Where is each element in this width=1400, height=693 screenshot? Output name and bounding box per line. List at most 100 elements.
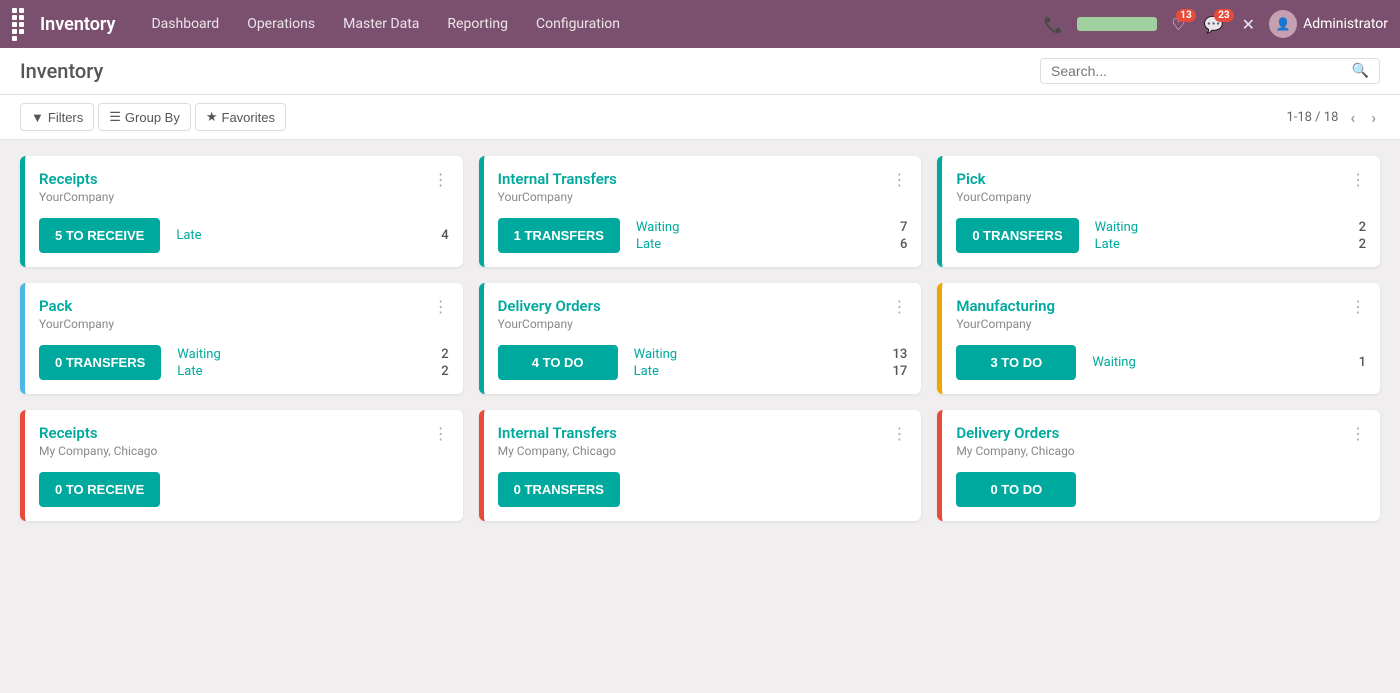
stat-value: 6 [900, 237, 907, 252]
stat-value: 7 [900, 220, 907, 235]
card-header: Manufacturing YourCompany ⋮ [942, 283, 1380, 337]
card-header: Delivery Orders My Company, Chicago ⋮ [942, 410, 1380, 464]
card-menu-icon[interactable]: ⋮ [891, 297, 907, 316]
user-menu[interactable]: 👤 Administrator [1269, 10, 1388, 38]
card-action-button[interactable]: 0 TRANSFERS [39, 345, 161, 380]
card-header: Internal Transfers My Company, Chicago ⋮ [484, 410, 922, 464]
search-box: 🔍 [1040, 58, 1380, 84]
pagination-info: 1-18 / 18 [1286, 110, 1338, 125]
star-icon: ★ [206, 109, 218, 125]
card-subtitle: YourCompany [956, 317, 1055, 331]
toolbar-pagination: 1-18 / 18 ‹ › [1286, 106, 1380, 129]
card-menu-icon[interactable]: ⋮ [891, 170, 907, 189]
kanban-card-delivery-orders-yourcompany: Delivery Orders YourCompany ⋮ 4 TO DO Wa… [479, 283, 922, 394]
stat-label: Late [634, 364, 659, 379]
card-subtitle: YourCompany [39, 190, 114, 204]
stat-value: 2 [441, 347, 448, 362]
chat-badge: 13 [1176, 9, 1195, 22]
card-title-group: Receipts YourCompany [39, 170, 114, 204]
card-title: Pack [39, 297, 114, 315]
card-subtitle: YourCompany [498, 190, 617, 204]
menu-master-data[interactable]: Master Data [331, 10, 431, 38]
activity-badge-btn[interactable]: 💬 23 [1200, 15, 1228, 34]
stat-label: Late [1095, 237, 1120, 252]
card-action-button[interactable]: 0 TO RECEIVE [39, 472, 160, 507]
card-action-button[interactable]: 4 TO DO [498, 345, 618, 380]
card-body: 0 TO DO [942, 464, 1380, 521]
favorites-button[interactable]: ★ Favorites [195, 103, 286, 131]
card-stats: Waiting 2 Late 2 [1095, 220, 1366, 252]
stat-label: Late [176, 228, 201, 243]
card-body: 0 TO RECEIVE [25, 464, 463, 521]
menu-operations[interactable]: Operations [235, 10, 327, 38]
card-action-button[interactable]: 0 TRANSFERS [498, 472, 620, 507]
card-stats: Late 4 [176, 228, 448, 243]
card-action-button[interactable]: 0 TO DO [956, 472, 1076, 507]
card-title-group: Delivery Orders My Company, Chicago [956, 424, 1074, 458]
card-title-group: Delivery Orders YourCompany [498, 297, 601, 331]
kanban-card-internal-transfers-yourcompany: Internal Transfers YourCompany ⋮ 1 TRANS… [479, 156, 922, 267]
search-icon[interactable]: 🔍 [1352, 63, 1369, 79]
kanban-grid: Receipts YourCompany ⋮ 5 TO RECEIVE Late… [20, 156, 1380, 521]
filters-label: Filters [48, 110, 83, 125]
card-subtitle: YourCompany [39, 317, 114, 331]
card-menu-icon[interactable]: ⋮ [1350, 297, 1366, 316]
favorites-label: Favorites [222, 110, 275, 125]
card-menu-icon[interactable]: ⋮ [433, 297, 449, 316]
filters-button[interactable]: ▼ Filters [20, 103, 94, 131]
filter-icon: ▼ [31, 110, 44, 125]
phone-icon[interactable]: 📞 [1039, 11, 1067, 38]
groupby-button[interactable]: ☰ Group By [98, 103, 191, 131]
user-name: Administrator [1303, 16, 1388, 32]
card-header: Delivery Orders YourCompany ⋮ [484, 283, 922, 337]
close-icon[interactable]: ✕ [1238, 11, 1259, 38]
card-menu-icon[interactable]: ⋮ [433, 424, 449, 443]
card-body: 0 TRANSFERS Waiting 2 Late 2 [942, 210, 1380, 267]
card-menu-icon[interactable]: ⋮ [1350, 170, 1366, 189]
stat-value: 2 [1359, 237, 1366, 252]
grid-icon[interactable] [12, 8, 30, 41]
stat-value: 2 [1359, 220, 1366, 235]
card-menu-icon[interactable]: ⋮ [891, 424, 907, 443]
card-title-group: Internal Transfers YourCompany [498, 170, 617, 204]
card-title-group: Internal Transfers My Company, Chicago [498, 424, 617, 458]
stat-label: Waiting [636, 220, 679, 235]
card-stats: Waiting 7 Late 6 [636, 220, 907, 252]
search-input[interactable] [1051, 63, 1352, 79]
kanban-card-manufacturing-yourcompany: Manufacturing YourCompany ⋮ 3 TO DO Wait… [937, 283, 1380, 394]
menu-dashboard[interactable]: Dashboard [139, 10, 231, 38]
card-title: Delivery Orders [498, 297, 601, 315]
stat-row: Waiting 7 [636, 220, 907, 235]
card-menu-icon[interactable]: ⋮ [433, 170, 449, 189]
groupby-label: Group By [125, 110, 180, 125]
stat-row: Late 2 [177, 364, 448, 379]
card-body: 4 TO DO Waiting 13 Late 17 [484, 337, 922, 394]
kanban-card-receipts-chicago: Receipts My Company, Chicago ⋮ 0 TO RECE… [20, 410, 463, 521]
card-action-button[interactable]: 0 TRANSFERS [956, 218, 1078, 253]
next-page-button[interactable]: › [1367, 106, 1380, 129]
stat-label: Waiting [634, 347, 677, 362]
stat-row: Waiting 2 [177, 347, 448, 362]
topnav-right: 📞 ♡ 13 💬 23 ✕ 👤 Administrator [1039, 10, 1388, 38]
card-action-button[interactable]: 3 TO DO [956, 345, 1076, 380]
card-title: Internal Transfers [498, 170, 617, 188]
card-subtitle: My Company, Chicago [956, 444, 1074, 458]
card-menu-icon[interactable]: ⋮ [1350, 424, 1366, 443]
groupby-icon: ☰ [109, 109, 121, 125]
card-body: 0 TRANSFERS Waiting 2 Late 2 [25, 337, 463, 394]
menu-reporting[interactable]: Reporting [435, 10, 520, 38]
stat-row: Late 17 [634, 364, 908, 379]
prev-page-button[interactable]: ‹ [1346, 106, 1359, 129]
stat-value: 4 [441, 228, 448, 243]
menu-configuration[interactable]: Configuration [524, 10, 632, 38]
card-title: Delivery Orders [956, 424, 1074, 442]
progress-bar [1077, 17, 1157, 31]
chat-badge-btn[interactable]: ♡ 13 [1167, 15, 1189, 34]
stat-label: Late [636, 237, 661, 252]
kanban-card-pick-yourcompany: Pick YourCompany ⋮ 0 TRANSFERS Waiting 2… [937, 156, 1380, 267]
card-action-button[interactable]: 5 TO RECEIVE [39, 218, 160, 253]
card-body: 3 TO DO Waiting 1 [942, 337, 1380, 394]
card-subtitle: My Company, Chicago [39, 444, 157, 458]
card-action-button[interactable]: 1 TRANSFERS [498, 218, 620, 253]
toolbar-filters: ▼ Filters ☰ Group By ★ Favorites [20, 103, 286, 131]
